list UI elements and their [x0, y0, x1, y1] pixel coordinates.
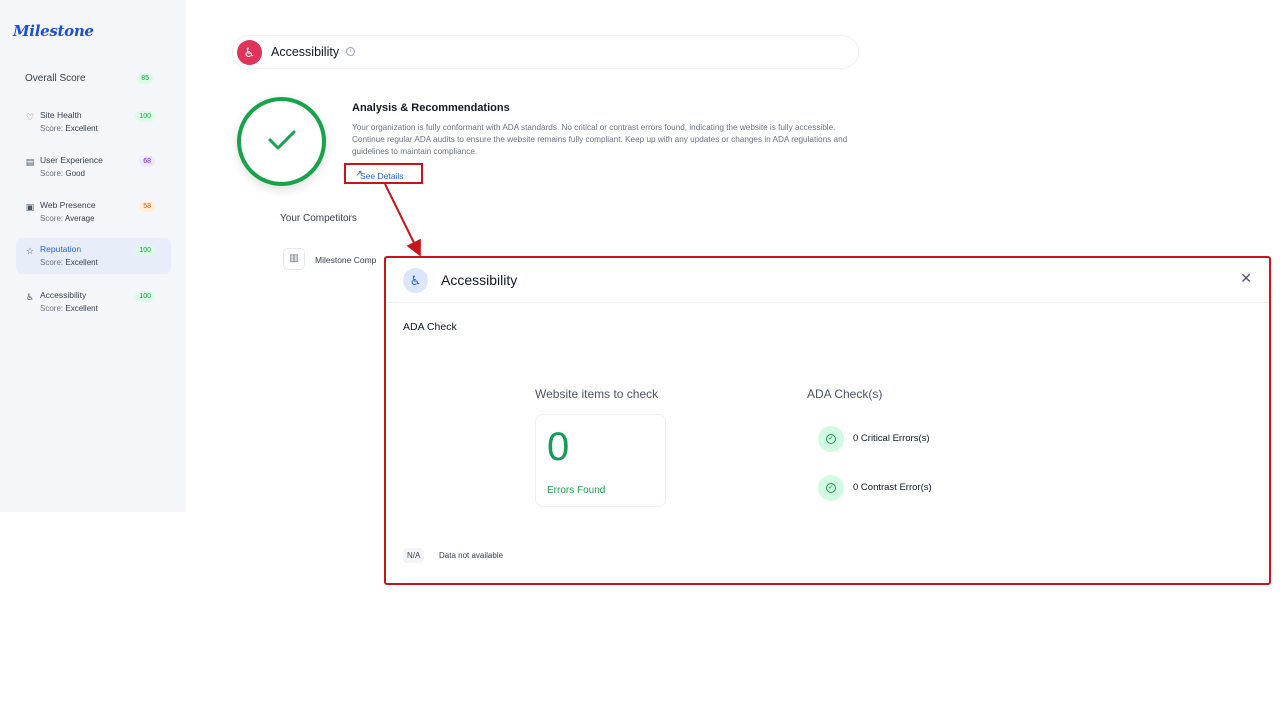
sidebar-item-score: Score: Excellent — [40, 124, 98, 133]
score-badge: 68 — [139, 156, 155, 167]
sidebar-item-web-presence[interactable]: ▣ Web Presence Score: Average 58 — [16, 194, 171, 230]
modal-header: ♿ Accessibility ✕ — [386, 258, 1269, 303]
check-circle-icon: ✓ — [818, 426, 844, 452]
errors-label: Errors Found — [547, 485, 606, 496]
checkmark-icon — [268, 130, 296, 150]
errors-card: 0 Errors Found — [535, 414, 666, 507]
sidebar-item-user-experience[interactable]: ▤ User Experience Score: Good 68 — [16, 149, 171, 185]
sidebar-item-title: Site Health — [40, 110, 82, 120]
sidebar-item-title: Accessibility — [40, 290, 87, 300]
sidebar-item-accessibility[interactable]: ♿ Accessibility Score: Excellent 100 — [16, 284, 171, 320]
accessibility-icon: ♿ — [237, 40, 262, 65]
overall-score-value: 85 — [137, 73, 153, 84]
critical-errors-label: 0 Critical Errors(s) — [853, 433, 930, 444]
competitor-name: Milestone Comp — [315, 255, 377, 265]
competitors-title: Your Competitors — [280, 213, 357, 224]
accessibility-icon: ♿ — [25, 292, 35, 302]
na-text: Data not available — [439, 551, 504, 560]
sidebar-item-title: User Experience — [40, 155, 103, 165]
modal-title: Accessibility — [441, 272, 518, 288]
score-badge: 58 — [139, 201, 155, 212]
heart-icon: ♡ — [25, 112, 35, 122]
overall-score-label: Overall Score — [25, 73, 86, 84]
sidebar-item-score: Score: Average — [40, 214, 95, 223]
sidebar-item-title: Web Presence — [40, 200, 96, 210]
sidebar-item-score: Score: Excellent — [40, 258, 98, 267]
page-title: Accessibility — [271, 45, 340, 59]
score-check-circle — [237, 97, 326, 186]
analysis-title: Analysis & Recommendations — [352, 102, 510, 114]
accessibility-header: ♿ Accessibility i — [232, 35, 859, 69]
check-circle-icon: ✓ — [818, 475, 844, 501]
sidebar: Milestone Overall Score 85 ♡ Site Health… — [0, 0, 186, 512]
close-icon[interactable]: ✕ — [1240, 270, 1252, 287]
accessibility-modal: ♿ Accessibility ✕ ADA Check Website item… — [384, 256, 1271, 585]
sidebar-item-score: Score: Excellent — [40, 304, 98, 313]
sidebar-item-reputation[interactable]: ☆ Reputation Score: Excellent 100 — [16, 238, 171, 274]
globe-icon: ▣ — [25, 202, 35, 212]
sidebar-item-title: Reputation — [40, 244, 82, 254]
star-icon: ☆ — [25, 246, 35, 256]
overall-score[interactable]: Overall Score 85 — [25, 73, 155, 84]
contrast-errors-label: 0 Contrast Error(s) — [853, 482, 932, 493]
analysis-text: Your organization is fully conformant wi… — [352, 123, 848, 156]
ada-checks-title: ADA Check(s) — [807, 387, 883, 401]
website-items-title: Website items to check — [535, 387, 659, 401]
sidebar-item-score: Score: Good — [40, 169, 85, 178]
layout-icon: ▤ — [25, 157, 35, 167]
info-icon[interactable]: i — [346, 47, 355, 56]
score-badge: 100 — [135, 291, 155, 302]
ada-check-label: ADA Check — [403, 321, 457, 333]
see-details-highlight: See Details ↗ — [344, 163, 423, 184]
score-badge: 100 — [135, 111, 155, 122]
competitor-card[interactable]: ▥ Milestone Comp — [281, 246, 391, 274]
milestone-logo[interactable]: Milestone — [13, 22, 94, 40]
see-details-link[interactable]: See Details ↗ — [353, 168, 403, 181]
accessibility-icon: ♿ — [403, 268, 428, 293]
sidebar-item-site-health[interactable]: ♡ Site Health Score: Excellent 100 — [16, 104, 171, 140]
na-badge: N/A — [403, 548, 425, 563]
score-badge: 100 — [135, 245, 155, 256]
building-icon: ▥ — [283, 248, 305, 270]
errors-count: 0 — [547, 425, 570, 469]
